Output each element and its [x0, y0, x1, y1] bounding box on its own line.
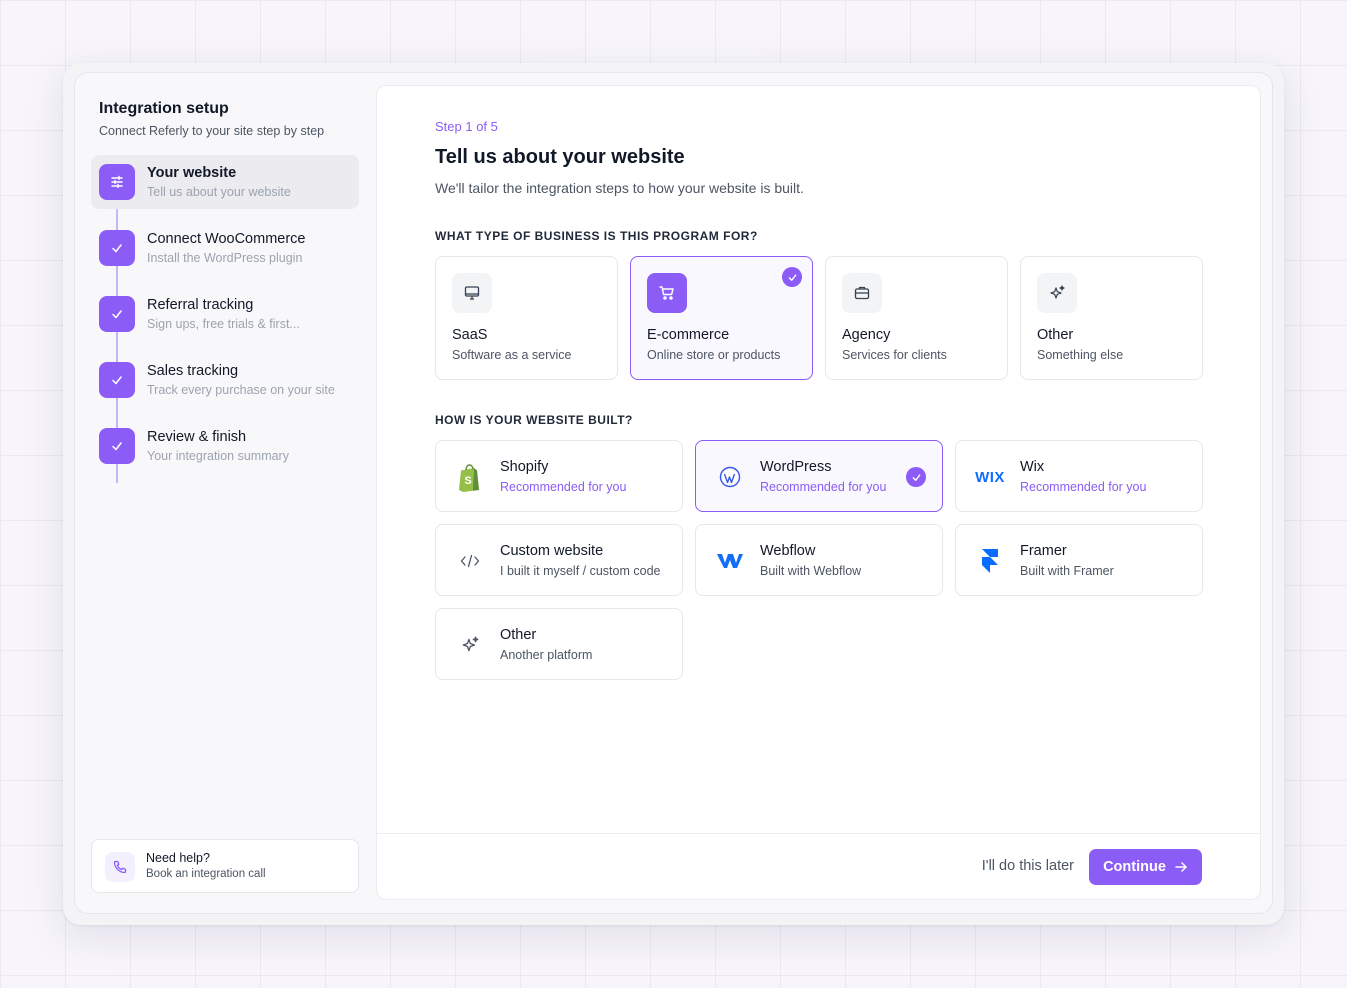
do-later-button[interactable]: I'll do this later: [982, 858, 1074, 874]
business-option-saas[interactable]: SaaS Software as a service: [435, 256, 618, 380]
platform-desc: I built it myself / custom code: [500, 564, 661, 578]
sidebar-subtitle: Connect Referly to your site step by ste…: [99, 124, 325, 138]
step-review-finish[interactable]: Review & finish Your integration summary: [91, 419, 359, 485]
platform-option-webflow[interactable]: Webflow Built with Webflow: [695, 524, 943, 596]
business-option-agency[interactable]: Agency Services for clients: [825, 256, 1008, 380]
step-desc: Your integration summary: [147, 449, 289, 463]
platform-title: Webflow: [760, 543, 816, 559]
code-icon: [452, 543, 488, 579]
main-panel: Step 1 of 5 Tell us about your website W…: [376, 85, 1261, 900]
help-title: Need help?: [146, 851, 210, 865]
continue-label: Continue: [1103, 859, 1166, 875]
webflow-icon: [712, 543, 748, 579]
check-icon: [99, 296, 135, 332]
wix-icon: WIX: [972, 459, 1008, 495]
step-your-website[interactable]: Your website Tell us about your website: [91, 155, 359, 209]
option-desc: Something else: [1037, 348, 1124, 362]
check-icon: [99, 362, 135, 398]
sparkles-icon: [452, 627, 488, 663]
app-window: Integration setup Connect Referly to you…: [63, 63, 1284, 925]
wix-logo-text: WIX: [975, 468, 1005, 486]
selected-check-icon: [782, 267, 802, 287]
step-title: Review & finish: [147, 429, 247, 445]
sliders-icon: [99, 164, 135, 200]
business-type-label: WHAT TYPE OF BUSINESS IS THIS PROGRAM FO…: [435, 229, 758, 243]
step-title: Your website: [147, 165, 237, 181]
option-desc: Software as a service: [452, 348, 572, 362]
check-icon: [99, 230, 135, 266]
continue-button[interactable]: Continue: [1089, 849, 1202, 885]
cart-icon: [647, 273, 687, 313]
platform-option-custom[interactable]: Custom website I built it myself / custo…: [435, 524, 683, 596]
platform-option-wix[interactable]: WIX Wix Recommended for you: [955, 440, 1203, 512]
shopify-icon: S: [452, 459, 488, 495]
platform-option-wordpress[interactable]: WordPress Recommended for you: [695, 440, 943, 512]
option-desc: Online store or products: [647, 348, 781, 362]
step-desc: Install the WordPress plugin: [147, 251, 303, 265]
business-type-options: SaaS Software as a service E-commerce On…: [435, 256, 1203, 380]
sidebar: Integration setup Connect Referly to you…: [75, 73, 375, 913]
business-option-other[interactable]: Other Something else: [1020, 256, 1203, 380]
app-inner: Integration setup Connect Referly to you…: [74, 72, 1273, 914]
step-desc: Tell us about your website: [147, 185, 291, 199]
step-title: Referral tracking: [147, 297, 254, 313]
step-title: Connect WooCommerce: [147, 231, 306, 247]
briefcase-icon: [842, 273, 882, 313]
wordpress-icon: [712, 459, 748, 495]
help-subtitle: Book an integration call: [146, 868, 266, 880]
option-title: Agency: [842, 327, 891, 343]
arrow-right-icon: [1175, 862, 1187, 872]
platform-option-framer[interactable]: Framer Built with Framer: [955, 524, 1203, 596]
step-referral-tracking[interactable]: Referral tracking Sign ups, free trials …: [91, 287, 359, 353]
step-desc: Sign ups, free trials & first...: [147, 317, 300, 331]
phone-icon: [105, 852, 135, 882]
footer-bar: I'll do this later Continue: [377, 833, 1260, 899]
platform-title: Shopify: [500, 459, 549, 475]
step-connect-woocommerce[interactable]: Connect WooCommerce Install the WordPres…: [91, 221, 359, 287]
platform-options: S Shopify Recommended for you WordPress …: [435, 440, 1203, 680]
framer-icon: [972, 543, 1008, 579]
page-subtitle: We'll tailor the integration steps to ho…: [435, 180, 804, 196]
option-title: E-commerce: [647, 327, 730, 343]
help-card[interactable]: Need help? Book an integration call: [91, 839, 359, 893]
platform-title: Other: [500, 627, 537, 643]
svg-text:S: S: [464, 475, 471, 487]
step-indicator: Step 1 of 5: [435, 119, 498, 134]
platform-title: Framer: [1020, 543, 1067, 559]
platform-desc: Recommended for you: [500, 480, 627, 494]
sidebar-title: Integration setup: [99, 100, 229, 117]
platform-desc: Built with Webflow: [760, 564, 862, 578]
option-title: SaaS: [452, 327, 488, 343]
step-list: Your website Tell us about your website …: [91, 155, 359, 485]
monitor-icon: [452, 273, 492, 313]
platform-title: Wix: [1020, 459, 1045, 475]
option-title: Other: [1037, 327, 1074, 343]
selected-check-icon: [906, 467, 926, 487]
platform-desc: Built with Framer: [1020, 564, 1114, 578]
platform-option-shopify[interactable]: S Shopify Recommended for you: [435, 440, 683, 512]
step-sales-tracking[interactable]: Sales tracking Track every purchase on y…: [91, 353, 359, 419]
step-title: Sales tracking: [147, 363, 239, 379]
business-option-ecommerce[interactable]: E-commerce Online store or products: [630, 256, 813, 380]
platform-option-other[interactable]: Other Another platform: [435, 608, 683, 680]
platform-desc: Another platform: [500, 648, 593, 662]
option-desc: Services for clients: [842, 348, 947, 362]
platform-desc: Recommended for you: [760, 480, 887, 494]
sparkles-icon: [1037, 273, 1077, 313]
step-desc: Track every purchase on your site: [147, 383, 335, 397]
platform-title: WordPress: [760, 459, 832, 475]
platform-label: HOW IS YOUR WEBSITE BUILT?: [435, 413, 633, 427]
check-icon: [99, 428, 135, 464]
platform-desc: Recommended for you: [1020, 480, 1147, 494]
page-title: Tell us about your website: [435, 146, 685, 168]
platform-title: Custom website: [500, 543, 604, 559]
